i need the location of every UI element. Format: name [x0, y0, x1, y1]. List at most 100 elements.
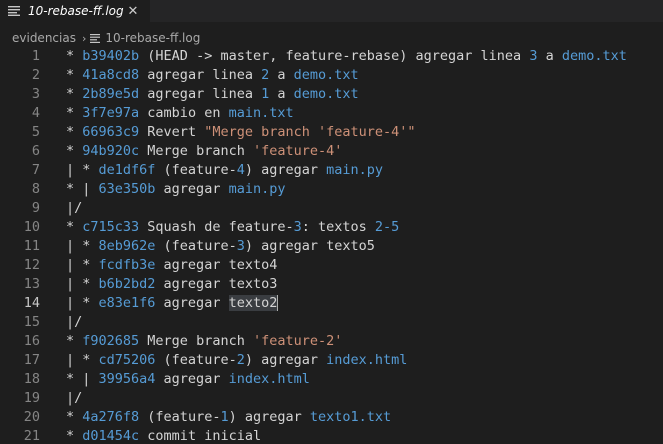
token-highlight: 3f7e97a	[82, 105, 140, 121]
editor-line[interactable]: 12 | * fcdfb3e agregar texto4	[0, 256, 663, 275]
token-selected: texto2	[228, 295, 278, 311]
token-text: Merge branch	[139, 143, 253, 159]
line-content: * | 39956a4 agregar index.html	[66, 370, 310, 389]
token-text: (feature-	[155, 352, 237, 368]
line-content: * 3f7e97a cambio en main.txt	[66, 104, 294, 123]
token-highlight: 3	[293, 219, 302, 235]
editor-line[interactable]: 3 * 2b89e5d agregar linea 1 a demo.txt	[0, 85, 663, 104]
token-highlight: main.py	[228, 181, 286, 197]
token-text: : textos	[301, 219, 375, 235]
token-highlight: f902685	[82, 333, 140, 349]
editor-line[interactable]: 9 |/	[0, 199, 663, 218]
close-icon[interactable]: ✕	[124, 2, 142, 20]
line-content: * 41a8cd8 agregar linea 2 a demo.txt	[66, 66, 359, 85]
editor-line[interactable]: 4 * 3f7e97a cambio en main.txt	[0, 104, 663, 123]
token-text: |/	[66, 200, 83, 216]
token-text: (feature-	[155, 238, 237, 254]
breadcrumb-file[interactable]: 10-rebase-ff.log	[105, 31, 200, 45]
editor-line[interactable]: 6 * 94b920c Merge branch 'feature-4'	[0, 142, 663, 161]
tab-10-rebase-ff-log[interactable]: 10-rebase-ff.log ✕	[0, 0, 150, 22]
token-text: cambio en	[139, 105, 229, 121]
token-highlight: cd75206	[98, 352, 156, 368]
token-text: a	[269, 86, 294, 102]
editor-line[interactable]: 18 * | 39956a4 agregar index.html	[0, 370, 663, 389]
token-text: *	[66, 86, 83, 102]
editor-line[interactable]: 10 * c715c33 Squash de feature-3: textos …	[0, 218, 663, 237]
token-highlight: 2b89e5d	[82, 86, 140, 102]
line-number: 2	[31, 67, 40, 83]
token-text: | *	[66, 295, 99, 311]
token-highlight: 39956a4	[98, 371, 156, 387]
tab-bar: 10-rebase-ff.log ✕	[0, 0, 663, 22]
line-content: * d01454c commit inicial	[66, 427, 261, 444]
breadcrumb-folder[interactable]: evidencias	[12, 31, 76, 45]
token-highlight: 3	[236, 238, 245, 254]
line-content: * 2b89e5d agregar linea 1 a demo.txt	[66, 85, 359, 104]
token-text: *	[66, 67, 83, 83]
token-text: | *	[66, 257, 99, 273]
line-content: | * cd75206 (feature-2) agregar index.ht…	[66, 351, 407, 370]
editor-line[interactable]: 7 | * de1df6f (feature-4) agregar main.py	[0, 161, 663, 180]
editor-line[interactable]: 5 * 66963c9 Revert "Merge branch 'feature…	[0, 123, 663, 142]
code-editor[interactable]: 1 * b39402b (HEAD -> master, feature-reba…	[0, 47, 663, 444]
line-content: * 66963c9 Revert "Merge branch 'feature-…	[66, 123, 416, 142]
token-text: (HEAD -> master, feature-rebase) agregar…	[139, 48, 530, 64]
token-highlight: 2	[261, 67, 270, 83]
token-text: *	[66, 48, 83, 64]
line-number: 8	[31, 181, 40, 197]
editor-line[interactable]: 2 * 41a8cd8 agregar linea 2 a demo.txt	[0, 66, 663, 85]
token-text: *	[66, 409, 83, 425]
editor-line[interactable]: 19 |/	[0, 389, 663, 408]
editor-line[interactable]: 14 | * e83e1f6 agregar texto2	[0, 294, 663, 313]
line-number: 11	[23, 238, 40, 254]
line-content: * 4a276f8 (feature-1) agregar texto1.txt	[66, 408, 391, 427]
token-text: ) agregar	[244, 162, 327, 178]
chevron-right-icon: ›	[81, 31, 87, 45]
line-number: 15	[23, 314, 40, 330]
token-text: a	[537, 48, 562, 64]
token-text: *	[66, 105, 83, 121]
editor-line[interactable]: 1 * b39402b (HEAD -> master, feature-reba…	[0, 47, 663, 66]
line-number: 1	[31, 48, 40, 64]
editor-line[interactable]: 20 * 4a276f8 (feature-1) agregar texto1.t…	[0, 408, 663, 427]
token-text: (feature-	[139, 409, 221, 425]
token-text: Merge branch	[139, 333, 253, 349]
line-number: 9	[31, 200, 40, 216]
token-highlight: fcdfb3e	[98, 257, 156, 273]
editor-line[interactable]: 13 | * b6b2bd2 agregar texto3	[0, 275, 663, 294]
editor-line[interactable]: 11 | * 8eb962e (feature-3) agregar texto5	[0, 237, 663, 256]
token-text: | *	[66, 352, 99, 368]
token-text: (feature-	[155, 162, 237, 178]
editor-line[interactable]: 17 | * cd75206 (feature-2) agregar index.…	[0, 351, 663, 370]
token-highlight: 66963c9	[82, 124, 140, 140]
line-number: 18	[23, 371, 40, 387]
token-highlight: main.py	[326, 162, 384, 178]
token-highlight: b6b2bd2	[98, 276, 156, 292]
editor-line[interactable]: 16 * f902685 Merge branch 'feature-2'	[0, 332, 663, 351]
token-highlight: 2-5	[374, 219, 400, 235]
token-string: "Merge branch 'feature-4'"	[204, 124, 416, 140]
editor-line[interactable]: 21 * d01454c commit inicial	[0, 427, 663, 444]
token-string: 'feature-2'	[252, 333, 343, 349]
token-text: *	[66, 124, 83, 140]
token-text: ) agregar texto5	[244, 238, 375, 254]
token-text: agregar	[155, 295, 229, 311]
token-text: agregar linea	[139, 67, 262, 83]
line-number: 12	[23, 257, 40, 273]
token-text: agregar linea	[139, 86, 262, 102]
editor-line[interactable]: 15 |/	[0, 313, 663, 332]
token-text: | *	[66, 238, 99, 254]
editor-line[interactable]: 8 * | 63e350b agregar main.py	[0, 180, 663, 199]
line-content: |/	[66, 199, 82, 218]
token-text: Squash de feature-	[139, 219, 294, 235]
token-highlight: 4	[236, 162, 245, 178]
token-highlight: demo.txt	[293, 67, 359, 83]
token-highlight: 8eb962e	[98, 238, 156, 254]
token-text: agregar	[155, 181, 229, 197]
token-highlight: index.html	[228, 371, 310, 387]
token-text: *	[66, 428, 83, 444]
token-highlight: e83e1f6	[98, 295, 156, 311]
token-highlight: 63e350b	[98, 181, 156, 197]
line-number: 6	[31, 143, 40, 159]
token-text: |/	[66, 314, 83, 330]
